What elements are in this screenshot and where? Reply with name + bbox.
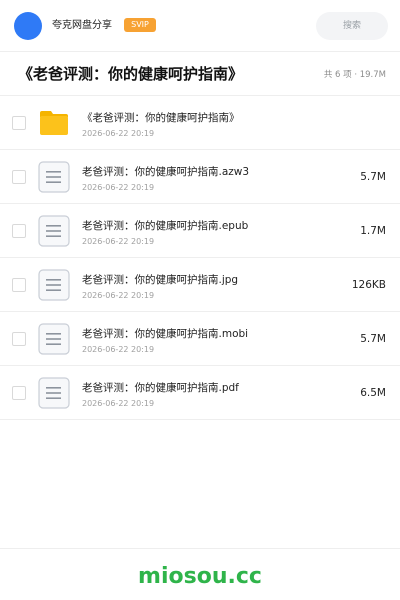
file-date: 2026-06-22 20:19 <box>82 345 155 354</box>
list-item[interactable]: 老爸评测：你的健康呵护指南.azw3 2026-06-22 20:19 5.7M <box>0 150 400 204</box>
file-size: 126KB <box>351 279 386 291</box>
file-date: 2026-06-22 20:19 <box>82 399 155 408</box>
file-size: 5.7M <box>360 171 386 183</box>
avatar[interactable] <box>14 12 42 40</box>
select-checkbox[interactable] <box>12 170 26 184</box>
document-icon <box>38 377 70 409</box>
list-item[interactable]: 《老爸评测：你的健康呵护指南》 2026-06-22 20:19 <box>0 96 400 150</box>
select-checkbox[interactable] <box>12 116 26 130</box>
select-checkbox[interactable] <box>12 386 26 400</box>
list-item[interactable]: 老爸评测：你的健康呵护指南.jpg 2026-06-22 20:19 126KB <box>0 258 400 312</box>
file-name: 老爸评测：你的健康呵护指南.jpg <box>82 274 239 286</box>
list-item[interactable]: 老爸评测：你的健康呵护指南.mobi 2026-06-22 20:19 5.7M <box>0 312 400 366</box>
document-icon <box>38 161 70 193</box>
top-header: 夸克网盘分享 SVIP 搜索 <box>0 0 400 52</box>
list-item[interactable]: 老爸评测：你的健康呵护指南.pdf 2026-06-22 20:19 6.5M <box>0 366 400 420</box>
file-name: 老爸评测：你的健康呵护指南.mobi <box>82 328 249 340</box>
search-button[interactable]: 搜索 <box>316 12 388 40</box>
select-checkbox[interactable] <box>12 224 26 238</box>
select-checkbox[interactable] <box>12 278 26 292</box>
folder-icon <box>38 107 70 139</box>
document-icon <box>38 323 70 355</box>
document-icon <box>38 269 70 301</box>
file-name: 老爸评测：你的健康呵护指南.azw3 <box>82 166 250 178</box>
file-name: 老爸评测：你的健康呵护指南.pdf <box>82 382 239 394</box>
select-checkbox[interactable] <box>12 332 26 346</box>
file-date: 2026-06-22 20:19 <box>82 291 155 300</box>
file-size: 6.5M <box>360 387 386 399</box>
svip-badge: SVIP <box>124 18 156 32</box>
share-title-bar: 《老爸评测：你的健康呵护指南》 共 6 项 · 19.7M <box>0 52 400 96</box>
document-icon <box>38 215 70 247</box>
file-date: 2026-06-22 20:19 <box>82 237 155 246</box>
list-item[interactable]: 老爸评测：你的健康呵护指南.epub 2026-06-22 20:19 1.7M <box>0 204 400 258</box>
file-date: 2026-06-22 20:19 <box>82 129 155 138</box>
file-size: 5.7M <box>360 333 386 345</box>
file-size: 1.7M <box>360 225 386 237</box>
footer-divider <box>0 548 400 549</box>
share-meta: 共 6 项 · 19.7M <box>323 70 386 80</box>
file-name: 《老爸评测：你的健康呵护指南》 <box>82 112 240 124</box>
brand-name: 夸克网盘分享 <box>52 20 112 31</box>
file-name: 老爸评测：你的健康呵护指南.epub <box>82 220 249 232</box>
footer-watermark: miosou.cc <box>138 564 262 589</box>
file-list: 《老爸评测：你的健康呵护指南》 2026-06-22 20:19 老爸评测：你的… <box>0 96 400 420</box>
file-date: 2026-06-22 20:19 <box>82 183 155 192</box>
page-title: 《老爸评测：你的健康呵护指南》 <box>18 65 244 83</box>
